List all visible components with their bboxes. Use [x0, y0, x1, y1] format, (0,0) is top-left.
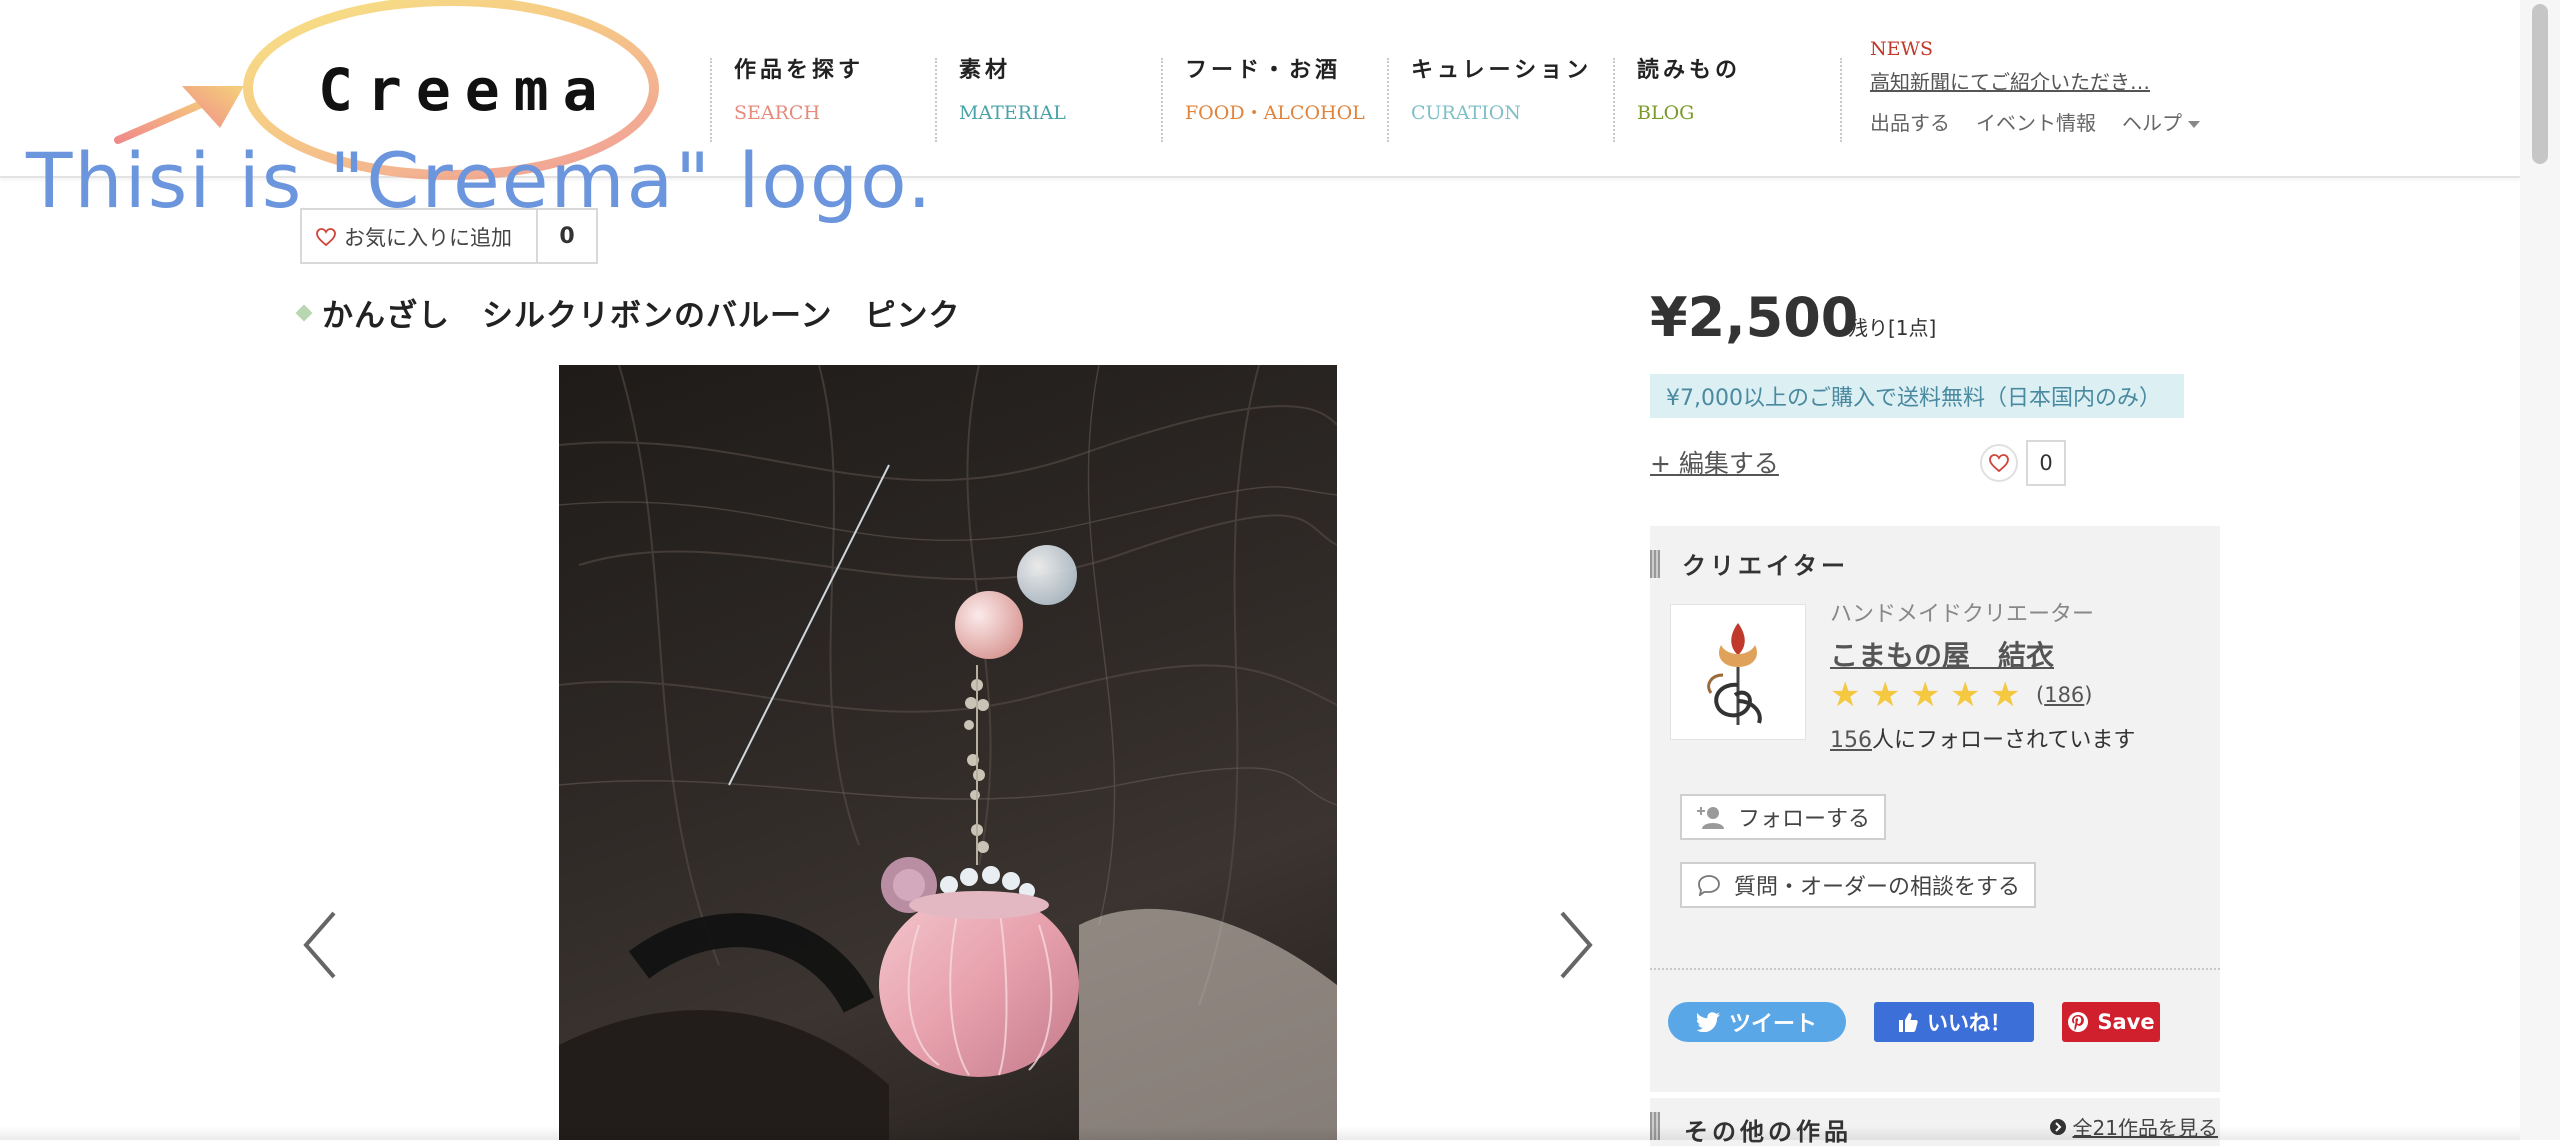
pinterest-icon	[2068, 1012, 2089, 1032]
product-title: かんざし シルクリボンのバルーン ピンク	[322, 298, 961, 334]
creator-name-link[interactable]: こまもの屋 結衣	[1830, 634, 2054, 674]
creator-avatar[interactable]	[1670, 604, 1806, 740]
next-image-arrow-icon[interactable]	[1546, 905, 1606, 985]
star-icon: ★	[1910, 675, 1941, 715]
nav-food-alcohol[interactable]: フード・お酒 FOOD・ALCOHOL	[1161, 58, 1365, 142]
inquiry-button-label: 質問・オーダーの相談をする	[1734, 875, 2021, 900]
add-favorite-button[interactable]: お気に入りに追加 0	[300, 208, 598, 264]
nav-food-label: フード・お酒	[1185, 57, 1342, 83]
tweet-button[interactable]: ツイート	[1668, 1002, 1846, 1042]
star-icon: ★	[1870, 675, 1901, 715]
edit-link[interactable]: + 編集する	[1650, 444, 1779, 480]
like-label: いいね！	[1927, 1011, 2011, 1035]
save-label: Save	[2097, 1010, 2155, 1034]
heart-icon	[316, 228, 336, 246]
nav-search-label: 作品を探す	[734, 57, 865, 83]
nav-divider	[1840, 58, 1842, 142]
product-photo-illustration	[559, 365, 1337, 1140]
follower-number[interactable]: 156	[1830, 728, 1872, 753]
product-photo[interactable]	[559, 365, 1337, 1140]
creator-type: ハンドメイドクリエーター	[1830, 602, 2095, 627]
tweet-label: ツイート	[1728, 1012, 1817, 1037]
sell-link[interactable]: 出品する	[1870, 107, 1950, 136]
prev-image-arrow-icon[interactable]	[290, 905, 350, 985]
diamond-icon	[295, 304, 313, 321]
star-icon: ★	[1950, 675, 1981, 715]
review-count-number: 186	[2044, 683, 2085, 707]
creator-panel: クリエイター ハンドメイドクリエーター こまもの屋 結衣 ★ ★ ★ ★ ★ (…	[1650, 526, 2220, 1140]
inquiry-button[interactable]: 質問・オーダーの相談をする	[1680, 862, 2037, 908]
review-count[interactable]: (186)	[2036, 683, 2093, 707]
creator-rating: ★ ★ ★ ★ ★ (186)	[1830, 678, 2093, 712]
nav-food-sublabel: FOOD・ALCOHOL	[1185, 102, 1365, 124]
product-price: ¥2,500	[1650, 286, 1859, 349]
like-count: 0	[2026, 440, 2066, 486]
follower-suffix: 人にフォローされています	[1872, 728, 2136, 753]
pinterest-save-button[interactable]: Save	[2062, 1002, 2160, 1042]
event-info-link[interactable]: イベント情報	[1976, 107, 2096, 136]
util-links: 出品する イベント情報 ヘルプ	[1870, 107, 2200, 136]
twitter-bird-icon	[1696, 1012, 1720, 1032]
like-button[interactable]	[1980, 444, 2018, 482]
nav-material[interactable]: 素材 MATERIAL	[935, 58, 1066, 142]
thumbs-up-icon	[1899, 1013, 1918, 1032]
nav-search-sublabel: SEARCH	[734, 102, 821, 124]
free-shipping-note: ¥7,000以上のご購入で送料無料（日本国内のみ）	[1650, 374, 2184, 418]
follower-count: 156人にフォローされています	[1830, 722, 2135, 754]
stock-remaining: 残り[1点]	[1848, 316, 1937, 340]
follow-button-label: フォローする	[1738, 807, 1871, 832]
product-title-row: かんざし シルクリボンのバルーン ピンク	[295, 290, 961, 335]
nav-material-sublabel: MATERIAL	[959, 102, 1066, 124]
help-label: ヘルプ	[2122, 111, 2182, 135]
section-bar-icon	[1650, 549, 1660, 578]
creator-section-title: クリエイター	[1682, 551, 1850, 580]
nav-curation-label: キュレーション	[1411, 57, 1593, 83]
nav-blog[interactable]: 読みもの BLOG	[1613, 58, 1741, 142]
star-icon: ★	[1830, 675, 1861, 715]
chevron-down-icon	[2188, 121, 2200, 128]
help-menu[interactable]: ヘルプ	[2122, 107, 2200, 136]
nav-blog-sublabel: BLOG	[1637, 102, 1695, 124]
nav-blog-label: 読みもの	[1637, 57, 1742, 83]
heart-icon	[1989, 454, 2009, 472]
facebook-like-button[interactable]: いいね！	[1874, 1002, 2034, 1042]
nav-curation-sublabel: CURATION	[1411, 102, 1521, 124]
creator-logo-icon	[1707, 623, 1762, 725]
nav-search[interactable]: 作品を探す SEARCH	[710, 58, 864, 142]
review-count-close: )	[2084, 683, 2093, 707]
star-icon: ★	[1990, 675, 2021, 715]
add-user-icon	[1697, 807, 1724, 829]
nav-material-label: 素材	[959, 57, 1012, 83]
creema-logo[interactable]: Creema	[318, 56, 612, 124]
bottom-edge-shadow	[0, 1126, 2520, 1140]
follow-button[interactable]: フォローする	[1680, 794, 1887, 840]
add-favorite-label: お気に入りに追加	[344, 226, 512, 250]
page-scrollbar[interactable]	[2520, 0, 2560, 1140]
favorite-count: 0	[536, 210, 596, 262]
speech-bubble-icon	[1698, 875, 1720, 896]
scrollbar-thumb[interactable]	[2532, 4, 2548, 164]
review-count-open: (	[2036, 683, 2045, 707]
news-link[interactable]: 高知新聞にてご紹介いただき…	[1870, 66, 2150, 95]
panel-divider	[1650, 968, 2220, 970]
nav-curation[interactable]: キュレーション CURATION	[1387, 58, 1592, 142]
news-label: NEWS	[1870, 38, 1934, 60]
